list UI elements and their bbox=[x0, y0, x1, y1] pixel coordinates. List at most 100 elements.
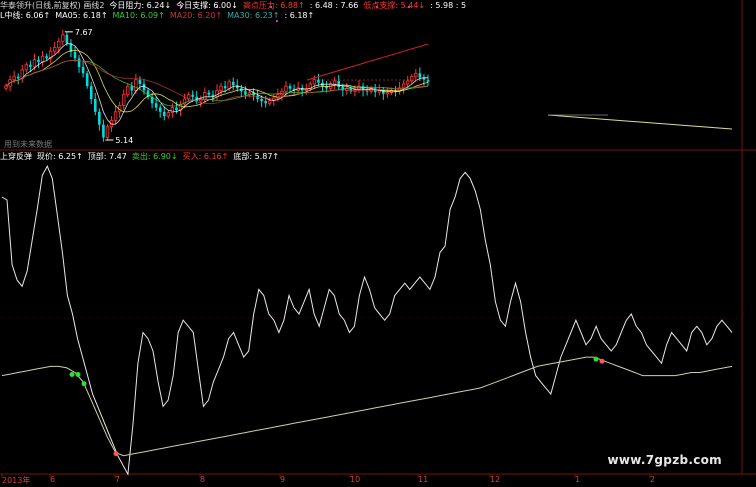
candle-body bbox=[12, 76, 16, 81]
candle-body bbox=[219, 85, 223, 91]
candle-body bbox=[158, 107, 162, 112]
x-tick-label: 2 bbox=[650, 475, 656, 484]
header-ma-item: L中线: 6.06↑ bbox=[0, 11, 51, 20]
candle-body bbox=[45, 56, 48, 59]
ma5-line bbox=[5, 43, 429, 125]
candle-body bbox=[162, 111, 166, 117]
candle-body bbox=[81, 66, 85, 74]
header-top-item: 高点压力: 6.88↑ bbox=[242, 1, 305, 10]
candle-body bbox=[113, 111, 118, 121]
low-label: 5.14 bbox=[115, 136, 133, 145]
candle-body bbox=[126, 85, 130, 96]
header-top-item: : 5.98 : 5 bbox=[430, 1, 467, 10]
x-tick-label: 12 bbox=[490, 475, 501, 484]
header-lower-item: 底部: 5.87↑ bbox=[233, 152, 280, 161]
header-lower-item: 顶部: 7.47 bbox=[87, 152, 127, 161]
header-top-item: : 6.48 : 7.66 bbox=[309, 1, 359, 10]
buy-signal bbox=[113, 451, 119, 457]
candle-body bbox=[191, 94, 194, 97]
header-lower-item: 买入: 6.16↑ bbox=[182, 152, 229, 161]
candle-body bbox=[227, 81, 231, 89]
candle-body bbox=[260, 98, 263, 102]
candle-body bbox=[16, 76, 20, 79]
buy-signal bbox=[599, 358, 605, 364]
candle-body bbox=[85, 73, 89, 87]
candle-body bbox=[166, 112, 171, 117]
trend-line bbox=[306, 43, 429, 81]
oscillator-line bbox=[1, 165, 733, 476]
x-tick-label: 11 bbox=[418, 475, 429, 484]
candle-body bbox=[73, 51, 77, 59]
x-tick-label: 9 bbox=[280, 475, 286, 484]
candle-body bbox=[418, 73, 422, 78]
candle-body bbox=[264, 101, 267, 104]
candle-body bbox=[93, 98, 97, 112]
projection-line bbox=[547, 114, 733, 130]
header-ma-item: MA20: 6.20↑ bbox=[169, 11, 223, 20]
candle-body bbox=[154, 103, 158, 108]
x-tick-label: 6 bbox=[50, 475, 56, 484]
pane-note: 用到未来数据 bbox=[4, 140, 52, 149]
chart-canvas: 7.67 5.14 bbox=[0, 0, 756, 478]
candle-body bbox=[130, 86, 134, 91]
candle-body bbox=[61, 34, 65, 42]
candle-body bbox=[170, 107, 175, 114]
candle-body bbox=[405, 80, 410, 85]
candle-body bbox=[65, 34, 69, 44]
candle-body bbox=[207, 92, 211, 95]
x-tick-label: 1 bbox=[575, 475, 581, 484]
header-ma-item: MA10: 6.09↑ bbox=[112, 11, 165, 20]
candle-body bbox=[414, 72, 418, 78]
candle-body bbox=[223, 86, 227, 89]
x-tick-label: 10 bbox=[350, 475, 361, 484]
watermark: www.7gpzb.com bbox=[607, 453, 722, 467]
candle-body bbox=[134, 79, 138, 91]
x-tick-label: 7 bbox=[115, 475, 121, 484]
candle-body bbox=[98, 111, 101, 125]
candle-body bbox=[105, 126, 110, 138]
candle-body bbox=[89, 86, 93, 99]
sell-signal bbox=[75, 372, 81, 378]
sell-signal bbox=[81, 381, 87, 387]
header-ma-item: : 6.18↑ bbox=[284, 11, 315, 20]
header-lower-item: 卖出: 6.90↓ bbox=[131, 152, 178, 161]
candle-body bbox=[175, 107, 178, 111]
candle-body bbox=[203, 92, 207, 100]
candle-body bbox=[24, 64, 29, 71]
candle-body bbox=[37, 59, 40, 63]
candle-body bbox=[102, 124, 105, 138]
header-top-item: 今日支撑: 6.00↓ bbox=[176, 1, 238, 10]
candle-body bbox=[77, 58, 81, 67]
header-top: 华泰领升(日线,前复权) 画线2 今日阻力: 6.24↓ 今日支撑: 6.00↓ 高点… bbox=[0, 1, 471, 11]
x-tick-label: 2013年 bbox=[2, 476, 31, 485]
candle-body bbox=[53, 47, 57, 52]
header-lower-item: 现价: 6.25↑ bbox=[37, 152, 83, 161]
candle-body bbox=[138, 79, 142, 84]
candle-body bbox=[231, 81, 235, 86]
header-top-item: 低点支撑: 5.44↓ bbox=[363, 1, 426, 10]
sell-signal bbox=[593, 356, 599, 362]
candle-body bbox=[32, 59, 37, 68]
candle-body bbox=[215, 90, 219, 98]
candle-body bbox=[268, 100, 272, 104]
x-axis: 2013年 6 7 8 9 10 11 12 1 2 bbox=[0, 474, 756, 487]
candle-body bbox=[29, 64, 32, 67]
candle-body bbox=[142, 84, 146, 91]
candle-body bbox=[401, 83, 406, 89]
candle-body bbox=[284, 85, 288, 92]
high-label: 7.67 bbox=[75, 28, 93, 37]
header-top-item: 今日阻力: 6.24↓ bbox=[109, 1, 172, 10]
header-lower: 上穿反弹 现价: 6.25↑ 顶部: 7.47 卖出: 6.90↓ 买入: 6.16↑ 底… bbox=[0, 152, 284, 162]
candle-body bbox=[4, 85, 8, 89]
x-tick-label: 8 bbox=[200, 475, 206, 484]
header-ma: L中线: 6.06↑ MA05: 6.18↑ MA10: 6.09↑ MA20: 6.… bbox=[0, 11, 319, 21]
candle-body bbox=[121, 94, 126, 106]
candle-body bbox=[244, 91, 247, 95]
header-lower-item: 上穿反弹 bbox=[0, 152, 32, 161]
header-ma-item: MA30: 6.23↑ bbox=[227, 11, 280, 20]
candle-body bbox=[57, 40, 61, 49]
header-ma-item: MA05: 6.18↑ bbox=[55, 11, 108, 20]
candle-body bbox=[288, 86, 292, 89]
header-top-item: 华泰领升(日线,前复权) 画线2 bbox=[0, 1, 105, 10]
candle-body bbox=[337, 81, 341, 87]
